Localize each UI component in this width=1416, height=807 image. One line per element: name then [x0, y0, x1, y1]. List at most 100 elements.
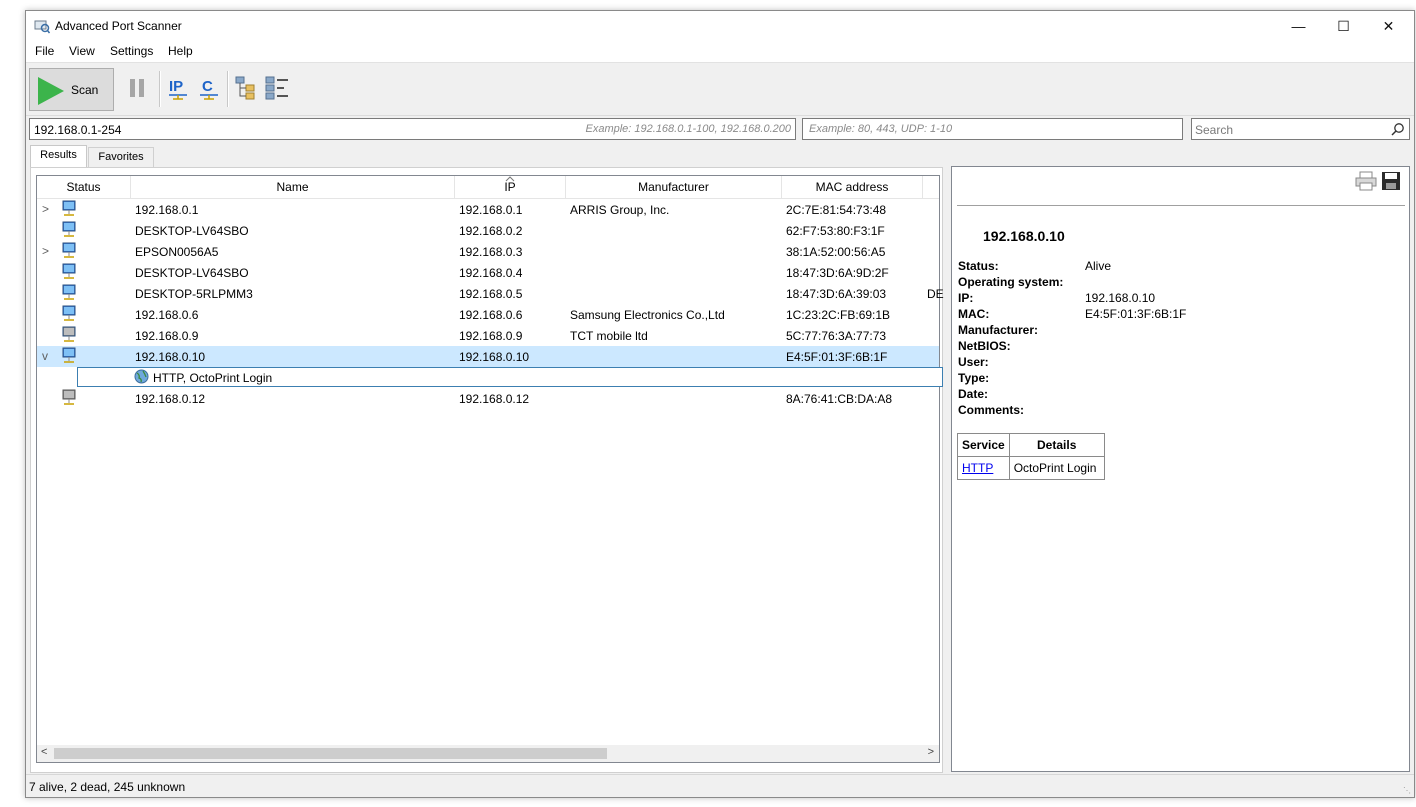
menu-settings[interactable]: Settings — [110, 44, 153, 58]
scan-label: Scan — [71, 83, 99, 97]
row-ip: 192.168.0.3 — [459, 245, 523, 259]
row-name: 192.168.0.9 — [135, 329, 199, 343]
tab-favorites[interactable]: Favorites — [88, 147, 154, 167]
row-expander-icon[interactable]: > — [42, 202, 49, 216]
computer-alive-icon — [62, 200, 76, 216]
row-mac: 8A:76:41:CB:DA:A8 — [786, 392, 893, 406]
table-row[interactable]: 192.168.0.9 192.168.0.9 TCT mobile ltd 5C:7… — [37, 325, 939, 346]
ip-range-field[interactable]: 192.168.0.1-254 Example: 192.168.0.1-100… — [29, 118, 796, 140]
row-name: DESKTOP-LV64SBO — [135, 224, 249, 238]
computer-alive-icon — [62, 263, 76, 279]
row-name: DESKTOP-5RLPMM3 — [135, 287, 253, 301]
computer-dead-icon — [62, 326, 76, 342]
table-row[interactable]: 192.168.0.6 192.168.0.6 Samsung Electronic… — [37, 304, 939, 325]
row-expander-icon[interactable]: > — [42, 244, 49, 258]
row-expander-icon[interactable]: v — [42, 349, 48, 363]
toolbar-separator — [227, 71, 229, 107]
details-divider — [957, 205, 1405, 206]
horizontal-scrollbar[interactable]: < > — [37, 745, 939, 762]
table-row[interactable]: 192.168.0.12 192.168.0.12 8A:76:41:CB:DA… — [37, 388, 939, 409]
scan-button[interactable]: Scan — [29, 68, 114, 111]
maximize-button[interactable]: ☐ — [1321, 11, 1366, 41]
details-label: Manufacturer: — [958, 323, 1039, 337]
close-button[interactable]: ✕ — [1366, 11, 1411, 41]
save-icon[interactable] — [1381, 171, 1401, 191]
details-label: Type: — [958, 371, 990, 385]
row-manufacturer: ARRIS Group, Inc. — [570, 203, 670, 217]
table-row[interactable]: DESKTOP-LV64SBO 192.168.0.2 62:F7:53:80:F3… — [37, 220, 939, 241]
column-ip-label: IP — [504, 180, 516, 194]
computer-alive-icon — [62, 221, 76, 237]
details-label: IP: — [958, 291, 974, 305]
expand-all-icon[interactable] — [234, 75, 260, 101]
column-ip[interactable]: IP — [455, 176, 566, 198]
scroll-right-icon[interactable]: > — [928, 746, 934, 758]
ip-range-value: 192.168.0.1-254 — [34, 123, 122, 137]
row-overflow-text: DE — [927, 287, 944, 301]
search-input[interactable]: Search — [1191, 118, 1410, 140]
service-subrow-label: HTTP, OctoPrint Login — [153, 371, 273, 385]
play-icon — [38, 77, 64, 105]
row-ip: 192.168.0.10 — [459, 350, 530, 364]
row-name: 192.168.0.6 — [135, 308, 199, 322]
search-placeholder: Search — [1195, 123, 1234, 137]
print-icon[interactable] — [1355, 171, 1377, 191]
column-mac-address[interactable]: MAC address — [782, 176, 923, 198]
ports-field[interactable]: Example: 80, 443, UDP: 1-10 — [802, 118, 1183, 140]
table-row[interactable]: >192.168.0.1 192.168.0.1 ARRIS Group, Inc.… — [37, 199, 939, 220]
table-row[interactable]: DESKTOP-5RLPMM3 192.168.0.5 18:47:3D:6A:39… — [37, 283, 944, 304]
collapse-all-icon[interactable] — [264, 75, 290, 101]
service-subrow[interactable]: HTTP, OctoPrint Login — [77, 367, 943, 387]
class-c-icon[interactable]: C — [198, 75, 220, 101]
details-label: MAC: — [958, 307, 990, 321]
row-name: EPSON0056A5 — [135, 245, 219, 259]
results-grid: Status Name IP Manufacturer MAC address … — [36, 175, 944, 763]
row-mac: 2C:7E:81:54:73:48 — [786, 203, 887, 217]
details-label: Operating system: — [958, 275, 1064, 289]
row-manufacturer: TCT mobile ltd — [570, 329, 648, 343]
tab-results[interactable]: Results — [30, 145, 87, 168]
details-label: NetBIOS: — [958, 339, 1011, 353]
ip-range-hint: Example: 192.168.0.1-100, 192.168.0.200 — [585, 123, 792, 135]
computer-dead-icon — [62, 389, 76, 405]
row-name: 192.168.0.10 — [135, 350, 206, 364]
row-name: DESKTOP-LV64SBO — [135, 266, 249, 280]
services-header-details: Details — [1008, 433, 1105, 457]
menu-view[interactable]: View — [69, 44, 95, 58]
resize-grip-icon[interactable]: ⋱ — [1403, 786, 1411, 795]
minimize-button[interactable]: — — [1276, 11, 1321, 41]
sort-ascending-icon — [505, 176, 515, 182]
column-status[interactable]: Status — [37, 176, 131, 198]
ip-scan-icon[interactable]: IP — [167, 75, 189, 101]
row-mac: 1C:23:2C:FB:69:1B — [786, 308, 891, 322]
row-mac: 18:47:3D:6A:9D:2F — [786, 266, 889, 280]
computer-alive-icon — [62, 347, 76, 363]
table-row[interactable]: v 192.168.0.10 192.168.0.10 E4:5F:01:3F:6B:… — [37, 346, 939, 367]
search-icon[interactable] — [1391, 122, 1405, 136]
row-name: 192.168.0.1 — [135, 203, 199, 217]
menu-help[interactable]: Help — [168, 44, 193, 58]
details-value: 192.168.0.10 — [1085, 291, 1156, 305]
ports-hint: Example: 80, 443, UDP: 1-10 — [809, 123, 953, 135]
details-value: E4:5F:01:3F:6B:1F — [1085, 307, 1187, 321]
results-panel: Status Name IP Manufacturer MAC address … — [30, 167, 944, 773]
details-label: User: — [958, 355, 989, 369]
computer-alive-icon — [62, 242, 76, 258]
details-ip-heading: 192.168.0.10 — [983, 228, 1065, 244]
table-row[interactable]: DESKTOP-LV64SBO 192.168.0.4 18:47:3D:6A:9D… — [37, 262, 939, 283]
pause-icon[interactable] — [128, 78, 146, 98]
column-manufacturer[interactable]: Manufacturer — [566, 176, 782, 198]
details-label: Comments: — [958, 403, 1025, 417]
app-window: Advanced Port Scanner — ☐ ✕ File View Se… — [25, 10, 1415, 798]
menu-file[interactable]: File — [35, 44, 54, 58]
computer-alive-icon — [62, 305, 76, 321]
row-name: 192.168.0.12 — [135, 392, 206, 406]
service-http-link[interactable]: HTTP — [962, 461, 993, 475]
column-name[interactable]: Name — [131, 176, 455, 198]
row-mac: 38:1A:52:00:56:A5 — [786, 245, 886, 259]
scroll-left-icon[interactable]: < — [41, 746, 47, 758]
scrollbar-thumb[interactable] — [54, 748, 607, 759]
row-ip: 192.168.0.1 — [459, 203, 523, 217]
table-row[interactable]: > EPSON0056A5 192.168.0.3 38:1A:52:00:56:A5 — [37, 241, 939, 262]
toolbar-separator — [159, 71, 161, 107]
